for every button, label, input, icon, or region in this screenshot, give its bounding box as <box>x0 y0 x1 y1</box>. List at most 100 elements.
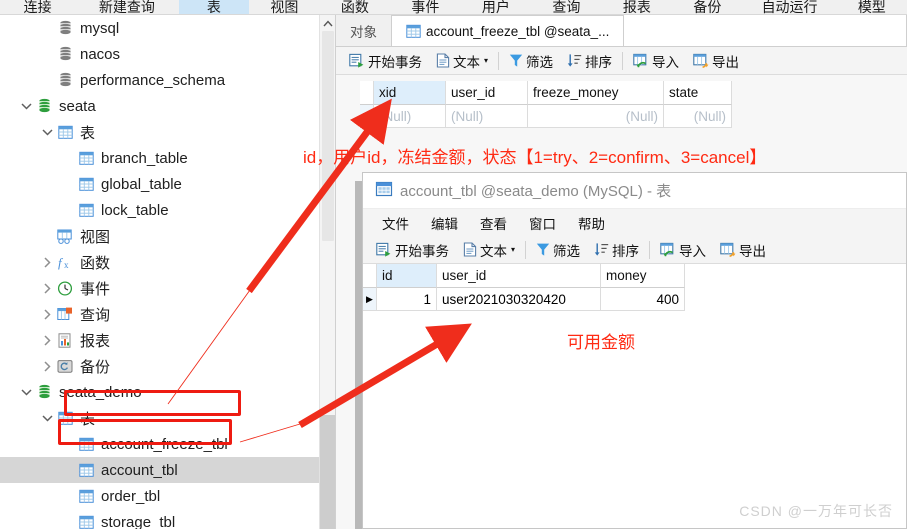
scroll-up-icon[interactable] <box>320 15 335 31</box>
sidebar-scrollbar[interactable] <box>319 15 335 529</box>
front-sort-button[interactable]: 排序 <box>587 239 646 261</box>
toolbar-tab-9[interactable]: 备份 <box>672 0 743 14</box>
front-window-ribbon[interactable]: 开始事务 文本 ▾ 筛选 排序 导入 导出 <box>363 236 906 264</box>
front-window-data-grid[interactable]: id user_id money ▶ 1 user2021030320420 400 <box>363 264 906 311</box>
back-text-button[interactable]: 文本 ▾ <box>429 50 495 72</box>
menu-item-3[interactable]: 窗口 <box>518 213 567 233</box>
toolbar-tab-3[interactable]: 视图 <box>249 0 320 14</box>
menu-item-1[interactable]: 编辑 <box>420 213 469 233</box>
scrollbar-thumb[interactable] <box>322 31 334 241</box>
front-filter-button[interactable]: 筛选 <box>529 239 587 261</box>
cell-value: (Null) <box>693 108 726 124</box>
back-sort-button[interactable]: 排序 <box>560 50 619 72</box>
tree-item-事件[interactable]: 事件 <box>0 275 335 301</box>
back-window-tabstrip[interactable]: 对象 account_freeze_tbl @seata_... <box>336 15 907 47</box>
front-transaction-button[interactable]: 开始事务 <box>369 239 456 261</box>
front-import-button[interactable]: 导入 <box>653 239 713 261</box>
cell-state[interactable]: (Null) <box>664 105 732 128</box>
chevron-right-icon[interactable] <box>39 275 55 301</box>
ribbon-button-label: 排序 <box>585 54 613 70</box>
toolbar-tab-1[interactable]: 新建查询 <box>75 0 178 14</box>
sort-icon <box>567 53 582 68</box>
tree-item-seata[interactable]: seata <box>0 93 335 119</box>
menu-item-0[interactable]: 文件 <box>371 213 420 233</box>
tree-item-account_tbl[interactable]: account_tbl <box>0 457 335 483</box>
menu-item-2[interactable]: 查看 <box>469 213 518 233</box>
chevron-down-icon[interactable] <box>39 405 55 431</box>
tree-item-storage_tbl[interactable]: storage_tbl <box>0 509 335 529</box>
chevron-right-icon[interactable] <box>39 301 55 327</box>
toolbar-tab-5[interactable]: 事件 <box>390 0 461 14</box>
back-tab-0[interactable]: 对象 <box>336 15 392 46</box>
tree-item-视图[interactable]: 视图 <box>0 223 335 249</box>
back-window-ribbon[interactable]: 开始事务 文本 ▾ 筛选 排序 导入 导出 <box>336 47 907 75</box>
tree-item-branch_table[interactable]: branch_table <box>0 145 335 171</box>
toolbar-tab-4[interactable]: 函数 <box>320 0 391 14</box>
toolbar-tab-10[interactable]: 自动运行 <box>743 0 837 14</box>
back-transaction-button[interactable]: 开始事务 <box>342 50 429 72</box>
chevron-right-icon[interactable] <box>39 249 55 275</box>
tree-item-order_tbl[interactable]: order_tbl <box>0 483 335 509</box>
front-window-menubar[interactable]: 文件 编辑 查看 窗口 帮助 <box>363 209 906 236</box>
tree-item-备份[interactable]: 备份 <box>0 353 335 379</box>
grid-corner[interactable] <box>363 264 377 288</box>
table-icon <box>375 180 393 202</box>
column-header-xid[interactable]: xid <box>374 81 446 105</box>
toolbar-tab-7[interactable]: 查询 <box>531 0 602 14</box>
table-icon <box>76 483 96 509</box>
chevron-right-icon[interactable] <box>39 327 55 353</box>
tree-item-函数[interactable]: f x 函数 <box>0 249 335 275</box>
toolbar-tab-0[interactable]: 连接 <box>0 0 75 14</box>
chevron-down-icon[interactable] <box>39 119 55 145</box>
scrollbar-track[interactable] <box>320 415 335 529</box>
chevron-down-icon[interactable]: ▾ <box>511 245 515 254</box>
back-export-button[interactable]: 导出 <box>686 50 746 72</box>
chevron-down-icon[interactable]: ▾ <box>484 56 488 65</box>
column-header-money[interactable]: money <box>601 264 685 288</box>
cell-money[interactable]: 400 <box>601 288 685 311</box>
chevron-down-icon[interactable] <box>18 379 34 405</box>
tree-item-global_table[interactable]: global_table <box>0 171 335 197</box>
toolbar-tab-6[interactable]: 用户 <box>461 0 532 14</box>
tree-item-查询[interactable]: 查询 <box>0 301 335 327</box>
front-table-row[interactable]: ▶ 1 user2021030320420 400 <box>363 288 906 311</box>
tree-item-报表[interactable]: 报表 <box>0 327 335 353</box>
cell-user_id[interactable]: user2021030320420 <box>437 288 601 311</box>
tree-item-mysql[interactable]: mysql <box>0 15 335 41</box>
cell-xid[interactable]: (Null) <box>374 105 446 128</box>
toolbar-tab-label: 事件 <box>411 0 440 14</box>
back-import-button[interactable]: 导入 <box>626 50 686 72</box>
column-header-user_id[interactable]: user_id <box>446 81 528 105</box>
row-marker-icon[interactable]: ▶ <box>363 288 377 311</box>
front-export-button[interactable]: 导出 <box>713 239 773 261</box>
column-header-user_id[interactable]: user_id <box>437 264 601 288</box>
column-header-freeze_money[interactable]: freeze_money <box>528 81 664 105</box>
tree-item-nacos[interactable]: nacos <box>0 41 335 67</box>
back-filter-button[interactable]: 筛选 <box>502 50 560 72</box>
cell-user_id[interactable]: (Null) <box>446 105 528 128</box>
cell-id[interactable]: 1 <box>377 288 437 311</box>
grid-corner[interactable] <box>360 81 374 105</box>
back-tab-1[interactable]: account_freeze_tbl @seata_... <box>392 15 625 46</box>
chevron-right-icon[interactable] <box>39 353 55 379</box>
front-text-button[interactable]: 文本 ▾ <box>456 239 522 261</box>
tree-item-lock_table[interactable]: lock_table <box>0 197 335 223</box>
column-header-state[interactable]: state <box>664 81 732 105</box>
back-window-data-grid[interactable]: xid user_id freeze_money state ▶ (Null) (Null)… <box>360 81 732 128</box>
tree-item-performance_schema[interactable]: performance_schema <box>0 67 335 93</box>
back-table-row[interactable]: ▶ (Null) (Null) (Null) (Null) <box>360 105 732 128</box>
toolbar-tab-11[interactable]: 模型 <box>837 0 907 14</box>
object-tree[interactable]: mysql nacos performance_schema seata 表 b… <box>0 15 335 529</box>
tree-item-表[interactable]: 表 <box>0 119 335 145</box>
chevron-down-icon[interactable] <box>18 93 34 119</box>
toolbar-tab-2[interactable]: 表 <box>178 0 250 14</box>
row-marker-icon[interactable]: ▶ <box>360 105 374 128</box>
column-header-id[interactable]: id <box>377 264 437 288</box>
object-tree-sidebar[interactable]: mysql nacos performance_schema seata 表 b… <box>0 15 336 529</box>
cell-freeze_money[interactable]: (Null) <box>528 105 664 128</box>
menu-item-4[interactable]: 帮助 <box>567 213 616 233</box>
cell-value: user2021030320420 <box>442 291 566 307</box>
toolbar-tab-8[interactable]: 报表 <box>602 0 673 14</box>
